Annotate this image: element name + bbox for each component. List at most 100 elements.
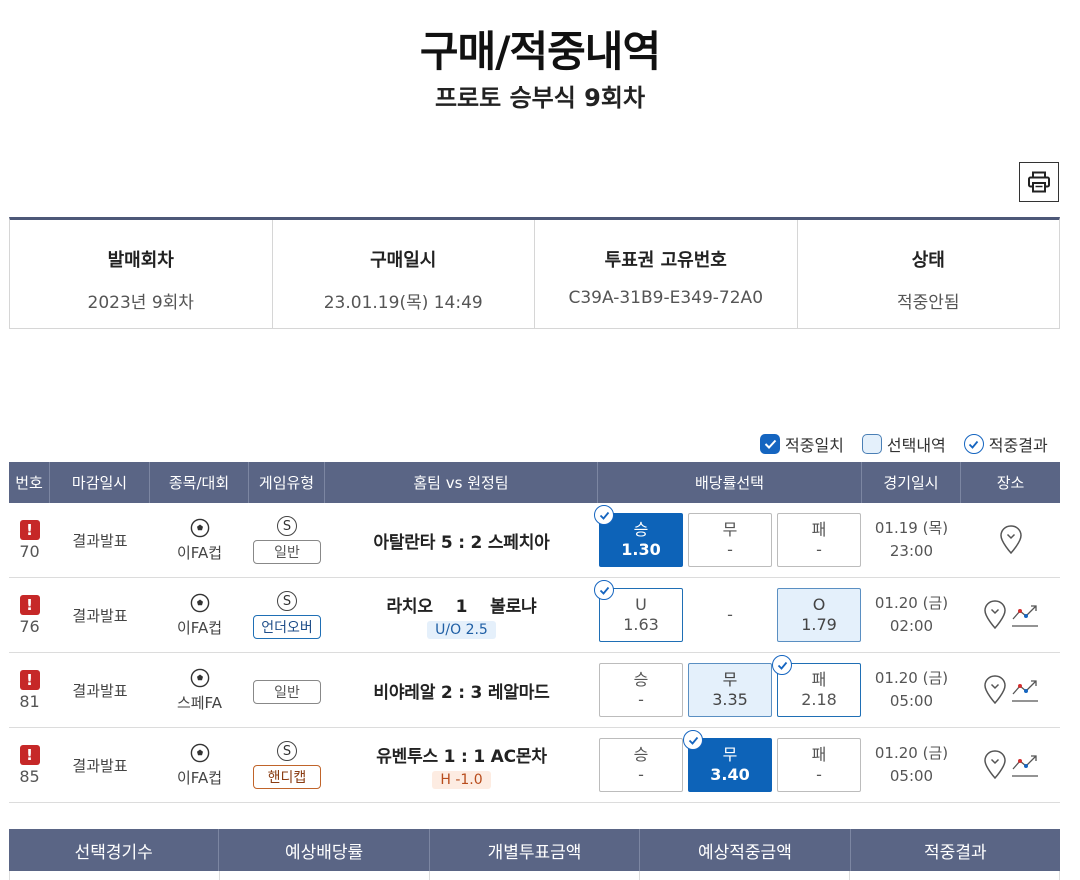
game-type-badge: 핸디캡: [253, 765, 321, 789]
match-teams: 라치오 1 볼로냐: [386, 596, 537, 617]
print-button[interactable]: [1019, 162, 1059, 202]
soccer-ball-icon: [190, 743, 209, 762]
purchase-info-table: 발매회차 2023년 9회차 구매일시 23.01.19(목) 14:49 투표…: [9, 217, 1060, 329]
info-ticket-id: 투표권 고유번호 C39A-31B9-E349-72A0: [535, 220, 798, 328]
game-table: 번호 마감일시 종목/대회 게임유형 홈팀 vs 원정팀 배당률선택 경기일시 …: [9, 462, 1060, 803]
col-match-date: 경기일시: [862, 462, 961, 503]
odds-draw-button[interactable]: 무 -: [688, 513, 772, 567]
col-number: 번호: [9, 462, 50, 503]
col-teams: 홈팀 vs 원정팀: [325, 462, 598, 503]
table-row: ! 81 결과발표 스페FA 일반 비야레알 2 : 3 레알마드 승 - 무 …: [9, 653, 1060, 728]
sum-col-expected-payout: 예상적중금액: [640, 829, 851, 871]
selected-box-icon: [861, 434, 882, 454]
summary-header: 선택경기수 예상배당률 개별투표금액 예상적중금액 적중결과: [9, 829, 1060, 871]
stats-chart-icon[interactable]: [1011, 676, 1039, 704]
odds-under-button[interactable]: U 1.63: [594, 580, 683, 642]
col-odds: 배당률선택: [598, 462, 862, 503]
odds-label: 패: [811, 670, 827, 689]
soccer-ball-icon: [190, 518, 209, 537]
legend: 적중일치 선택내역 적중결과: [760, 432, 1048, 456]
odds-label: 패: [811, 520, 827, 539]
odds-value: 1.63: [623, 615, 659, 634]
odds-label: 승: [633, 670, 649, 689]
match-date: 01.20 (금): [874, 594, 949, 612]
game-type-badge: 언더오버: [253, 615, 321, 639]
odds-over-button[interactable]: O 1.79: [777, 588, 861, 642]
legend-match-label: 적중일치: [785, 436, 844, 455]
match-time: 05:00: [889, 767, 934, 785]
info-ticket-id-label: 투표권 고유번호: [604, 250, 727, 271]
close-status: 결과발표: [72, 606, 128, 625]
info-status-value: 적중안됨: [896, 293, 960, 313]
location-pin-icon[interactable]: [999, 524, 1023, 556]
legend-result-label: 적중결과: [988, 436, 1048, 455]
odds-label: O: [812, 595, 826, 614]
odds-value: -: [816, 765, 822, 784]
sum-col-games: 선택경기수: [9, 829, 220, 871]
location-pin-icon[interactable]: [983, 599, 1007, 631]
single-mark: S: [277, 516, 297, 536]
summary-body: [9, 871, 1060, 880]
summary-table: 선택경기수 예상배당률 개별투표금액 예상적중금액 적중결과: [9, 829, 1060, 880]
info-ticket-id-value: C39A-31B9-E349-72A0: [568, 288, 764, 308]
odds-label: 무: [722, 745, 738, 764]
match-time: 05:00: [889, 692, 934, 710]
match-teams: 유벤투스 1 : 1 AC몬차: [376, 746, 547, 767]
league-name: 이FA컵: [176, 768, 223, 787]
check-circle-icon: [683, 730, 703, 750]
sum-col-bet-amount: 개별투표금액: [430, 829, 641, 871]
match-time: 23:00: [889, 542, 934, 560]
col-close-time: 마감일시: [50, 462, 150, 503]
league-name: 스페FA: [176, 693, 223, 712]
game-number: 85: [19, 766, 40, 786]
game-number: 81: [19, 691, 40, 711]
game-number: 70: [19, 541, 40, 561]
stats-chart-icon[interactable]: [1011, 601, 1039, 629]
odds-value: -: [816, 540, 822, 559]
table-row: ! 85 결과발표 이FA컵 S 핸디캡 유벤투스 1 : 1 AC몬차 H -…: [9, 728, 1060, 803]
table-row: ! 76 결과발표 이FA컵 S 언더오버 라치오 1 볼로냐 U/O 2.5 …: [9, 578, 1060, 653]
info-status: 상태 적중안됨: [798, 220, 1060, 328]
info-round-value: 2023년 9회차: [87, 293, 194, 313]
game-type-badge: 일반: [253, 680, 321, 704]
col-venue: 장소: [996, 474, 1025, 492]
checked-box-icon: [760, 434, 780, 454]
match-date: 01.20 (금): [874, 669, 949, 687]
odds-value: 3.35: [712, 690, 748, 709]
legend-result: 적중결과: [963, 432, 1048, 456]
soccer-ball-icon: [190, 593, 209, 612]
warning-icon: !: [19, 744, 40, 765]
odds-home-button[interactable]: 승 1.30: [594, 505, 683, 567]
legend-selected-label: 선택내역: [886, 436, 946, 455]
odds-away-button[interactable]: 패 -: [777, 738, 861, 792]
check-circle-icon: [594, 580, 614, 600]
odds-draw-button[interactable]: 무 3.40: [683, 730, 772, 792]
info-status-label: 상태: [911, 250, 945, 271]
odds-home-button[interactable]: 승 -: [599, 738, 683, 792]
warning-icon: !: [19, 519, 40, 540]
stats-chart-icon[interactable]: [1011, 751, 1039, 779]
sum-col-result: 적중결과: [924, 842, 987, 863]
close-status: 결과발표: [72, 756, 128, 775]
check-circle-icon: [594, 505, 614, 525]
close-status: 결과발표: [72, 681, 128, 700]
location-pin-icon[interactable]: [983, 749, 1007, 781]
league-name: 이FA컵: [176, 618, 223, 637]
game-table-header: 번호 마감일시 종목/대회 게임유형 홈팀 vs 원정팀 배당률선택 경기일시 …: [9, 462, 1060, 503]
match-time: 02:00: [889, 617, 934, 635]
odds-away-button[interactable]: 패 2.18: [772, 655, 861, 717]
match-date: 01.20 (금): [874, 744, 949, 762]
single-mark: S: [277, 741, 297, 761]
legend-selected: 선택내역: [861, 432, 946, 456]
table-row: ! 70 결과발표 이FA컵 S 일반 아탈란타 5 : 2 스페치아 승 1.…: [9, 503, 1060, 578]
col-sport: 종목/대회: [150, 462, 249, 503]
location-pin-icon[interactable]: [983, 674, 1007, 706]
odds-value: 3.40: [710, 765, 750, 784]
odds-value: -: [638, 690, 644, 709]
odds-draw-button[interactable]: 무 3.35: [688, 663, 772, 717]
warning-icon: !: [19, 669, 40, 690]
odds-away-button[interactable]: 패 -: [777, 513, 861, 567]
odds-label: 승: [633, 745, 649, 764]
odds-home-button[interactable]: 승 -: [599, 663, 683, 717]
odds-label: 패: [811, 745, 827, 764]
